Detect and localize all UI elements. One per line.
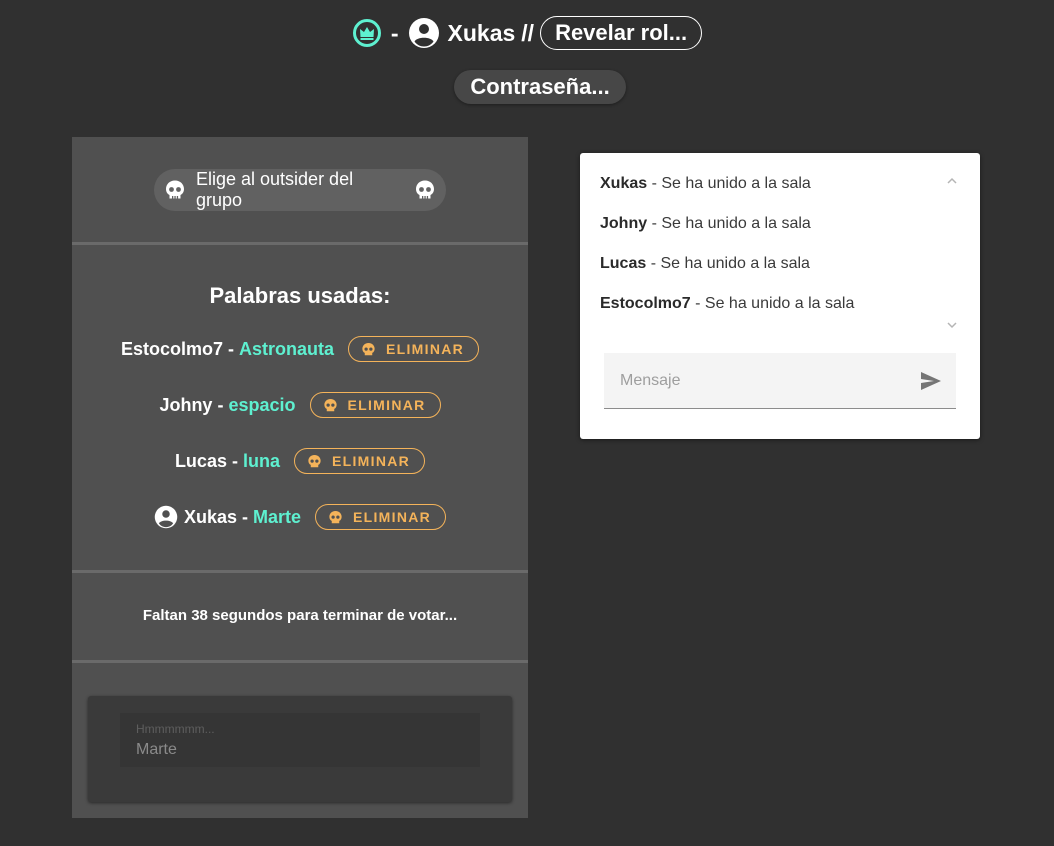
guess-value: Marte	[136, 741, 177, 758]
skull-icon	[323, 398, 337, 411]
word-player: Johny	[159, 394, 213, 415]
guess-card: Hmmmmmm... Marte	[88, 696, 512, 802]
eliminate-label: ELIMINAR	[347, 397, 426, 413]
chat-message: Lucas - Se ha unido a la sala	[600, 255, 810, 273]
guess-input[interactable]: Hmmmmmm... Marte	[120, 713, 480, 767]
skull-icon	[329, 510, 342, 523]
word-row: Johny - espacio ELIMINAR	[72, 390, 528, 420]
chat-user: Lucas	[600, 255, 647, 272]
chat-message: Xukas - Se ha unido a la sala	[600, 175, 811, 193]
word-dash: -	[217, 394, 224, 415]
chat-user: Johny	[600, 215, 648, 232]
game-panel: Elige al outsider del grupo Palabras usa…	[72, 137, 528, 818]
message-input[interactable]: Mensaje	[604, 353, 956, 409]
section-divider	[72, 242, 528, 245]
eliminate-label: ELIMINAR	[385, 341, 465, 357]
guess-label: Hmmmmmm...	[136, 722, 215, 736]
skull-icon	[362, 342, 375, 355]
reveal-role-button[interactable]: Revelar rol...	[540, 16, 703, 50]
section-divider	[72, 570, 528, 573]
eliminate-button[interactable]: ELIMINAR	[293, 448, 426, 474]
chat-user: Xukas	[600, 175, 648, 192]
chat-text: - Se ha unido a la sala	[647, 175, 811, 192]
eliminate-button[interactable]: ELIMINAR	[347, 336, 480, 362]
word-dash: -	[231, 450, 238, 471]
section-divider	[72, 660, 528, 663]
word-value: Astronauta	[238, 338, 334, 359]
word-value: espacio	[228, 394, 296, 415]
send-icon[interactable]	[920, 371, 942, 391]
skull-icon	[308, 454, 321, 467]
header: - Xukas // Revelar rol...	[0, 14, 1054, 52]
header-username: Xukas	[447, 19, 516, 46]
chat-panel: Xukas - Se ha unido a la sala Johny - Se…	[580, 153, 980, 439]
password-button[interactable]: Contraseña...	[454, 70, 626, 104]
skull-icon	[416, 180, 435, 199]
vote-timer: Faltan 38 segundos para terminar de vota…	[142, 607, 458, 624]
skull-icon	[165, 180, 184, 199]
word-player: Estocolmo7	[120, 338, 223, 359]
account-circle-icon	[154, 505, 178, 529]
word-player: Xukas	[183, 506, 237, 527]
word-dash: -	[227, 338, 234, 359]
eliminate-button[interactable]: ELIMINAR	[315, 504, 447, 530]
word-row: Lucas - luna ELIMINAR	[72, 446, 528, 476]
chat-user: Estocolmo7	[600, 295, 691, 312]
chat-text: - Se ha unido a la sala	[646, 255, 810, 272]
eliminate-label: ELIMINAR	[353, 509, 432, 525]
word-player: Lucas	[174, 450, 227, 471]
word-value: luna	[242, 450, 280, 471]
chevron-up-icon[interactable]	[945, 176, 959, 186]
chat-message: Johny - Se ha unido a la sala	[600, 215, 811, 233]
header-separator: -	[390, 19, 399, 46]
word-value: Marte	[252, 506, 301, 527]
instruction-chip: Elige al outsider del grupo	[154, 169, 446, 211]
account-circle-icon	[408, 18, 439, 48]
crown-icon	[352, 19, 381, 47]
eliminate-button[interactable]: ELIMINAR	[309, 392, 441, 418]
words-title: Palabras usadas:	[209, 283, 391, 308]
word-dash: -	[241, 506, 248, 527]
header-slashes: //	[521, 19, 535, 46]
chevron-down-icon[interactable]	[945, 320, 959, 330]
message-placeholder: Mensaje	[620, 372, 681, 389]
word-row: Estocolmo7 - Astronauta ELIMINAR	[72, 334, 528, 364]
chat-message: Estocolmo7 - Se ha unido a la sala	[600, 295, 854, 313]
instruction-text: Elige al outsider del grupo	[195, 169, 354, 210]
chat-text: - Se ha unido a la sala	[647, 215, 811, 232]
eliminate-label: ELIMINAR	[331, 453, 411, 469]
word-row: Xukas - Marte ELIMINAR	[72, 502, 528, 532]
chat-text: - Se ha unido a la sala	[690, 295, 855, 312]
